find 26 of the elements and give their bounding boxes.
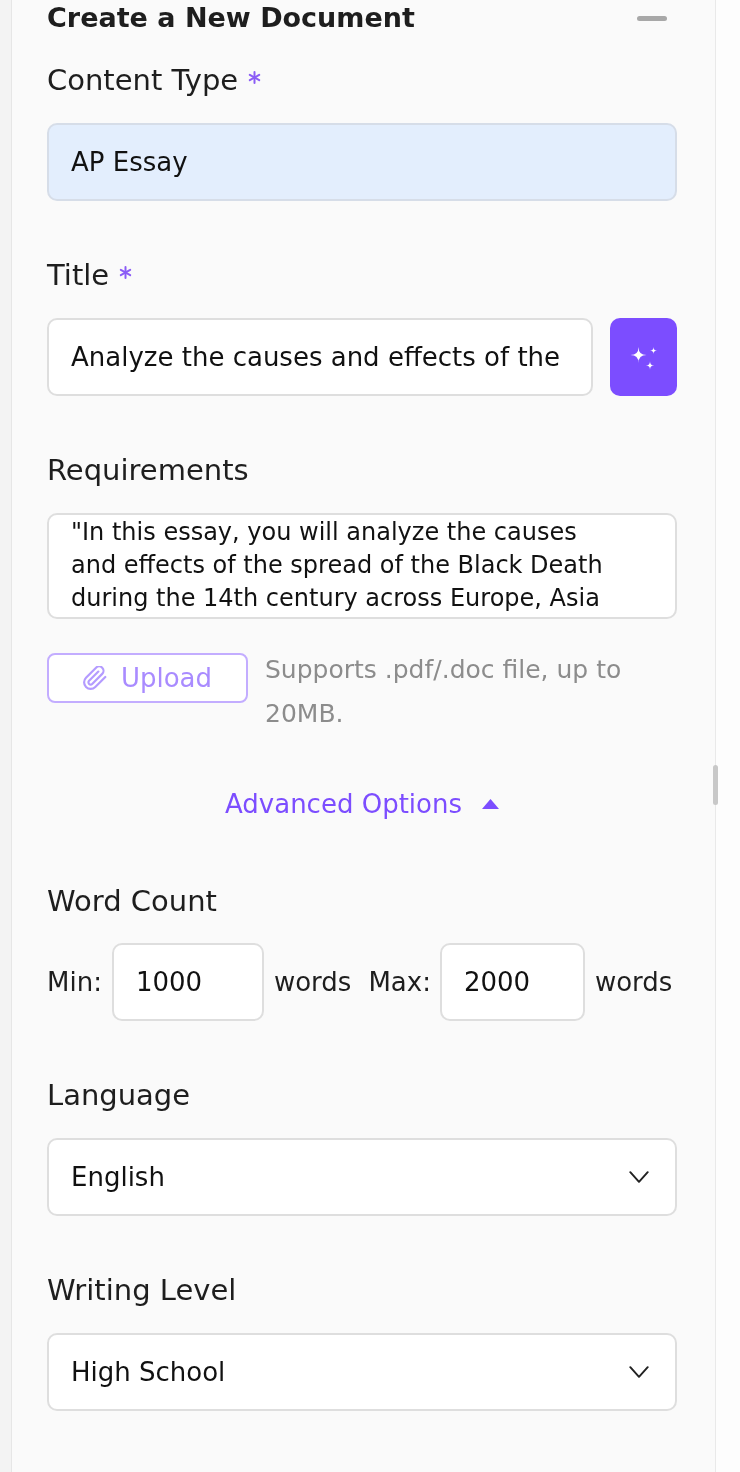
field-label: Title bbox=[47, 258, 110, 292]
max-words-field[interactable]: 2000 bbox=[439, 943, 585, 1021]
unit-label: words bbox=[273, 967, 352, 997]
field-label: Word Count bbox=[47, 884, 217, 918]
max-label: Max: bbox=[368, 967, 431, 997]
field-label: Content Type bbox=[47, 63, 239, 97]
upload-hint: Supports .pdf/.doc file, up to 20MB. bbox=[265, 654, 623, 730]
min-label: Min: bbox=[47, 967, 102, 997]
document-title: Create a New Document bbox=[47, 1, 415, 35]
title-field[interactable]: Analyze the causes and effects of the bbox=[47, 318, 593, 396]
field-label: Requirements bbox=[47, 453, 249, 487]
writing-level-select[interactable]: High School bbox=[47, 1333, 677, 1411]
scrollbar-thumb[interactable] bbox=[713, 765, 718, 805]
advanced-options-toggle[interactable]: Advanced Options bbox=[225, 787, 499, 821]
chevron-down-icon bbox=[629, 1171, 649, 1183]
field-label: Language bbox=[47, 1078, 191, 1112]
min-words-field[interactable]: 1000 bbox=[111, 943, 264, 1021]
chevron-down-icon bbox=[629, 1366, 649, 1378]
paperclip-icon bbox=[82, 666, 107, 690]
field-label: Writing Level bbox=[47, 1273, 237, 1307]
minus-icon[interactable] bbox=[637, 15, 667, 21]
ai-generate-button[interactable] bbox=[610, 318, 677, 396]
content-type-field[interactable]: AP Essay bbox=[47, 123, 677, 201]
requirements-field[interactable]: "In this essay, you will analyze the causes and effects of the spread of the Black Death during the 14th century across Europe, Asia bbox=[47, 513, 677, 619]
unit-label: words bbox=[594, 967, 673, 997]
language-select[interactable]: English bbox=[47, 1138, 677, 1216]
